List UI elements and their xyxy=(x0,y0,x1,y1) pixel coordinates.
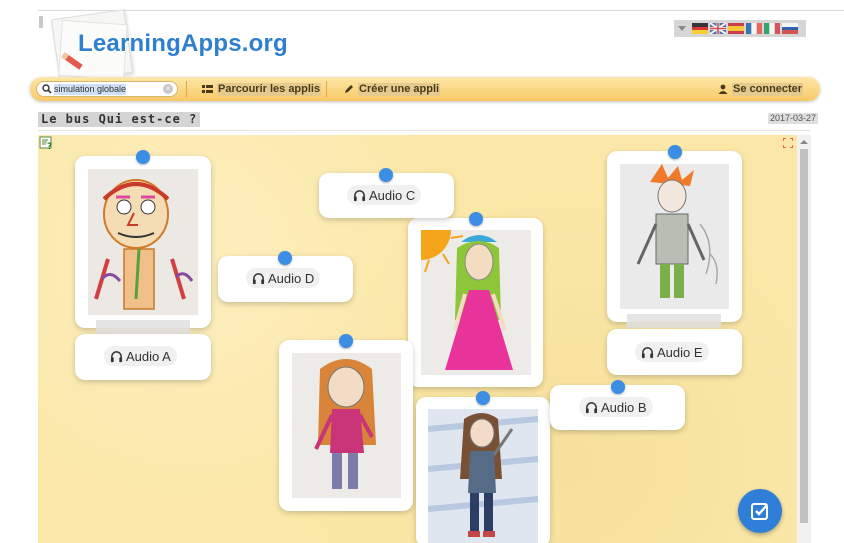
audio-button-e[interactable]: Audio E xyxy=(635,342,709,362)
audio-label: Audio D xyxy=(268,270,315,286)
audio-card-e[interactable]: Audio E xyxy=(607,329,742,375)
logo-text: LearningApps.org xyxy=(78,30,288,57)
audio-label: Audio C xyxy=(369,187,416,203)
flag-fr-icon[interactable] xyxy=(746,23,762,34)
pin-icon xyxy=(469,212,483,226)
user-icon xyxy=(718,84,728,94)
fullscreen-icon[interactable] xyxy=(783,138,793,148)
create-app-link[interactable]: Créer une appli xyxy=(344,82,441,96)
grid-icon xyxy=(202,84,213,93)
pin-icon xyxy=(476,391,490,405)
pencil-icon xyxy=(345,85,353,93)
tape xyxy=(627,314,721,328)
drawing-image xyxy=(292,353,401,498)
audio-label: Audio B xyxy=(601,399,647,415)
drawing-image xyxy=(428,409,538,543)
browse-apps-label: Parcourir les applis xyxy=(217,82,322,96)
scroll-up-icon[interactable] xyxy=(800,140,808,144)
audio-button-c[interactable]: Audio C xyxy=(347,185,422,205)
svg-text:?: ? xyxy=(47,142,52,150)
audio-button-d[interactable]: Audio D xyxy=(246,268,321,288)
help-icon[interactable]: ? xyxy=(39,136,53,150)
drawing-image xyxy=(620,164,729,309)
picture-card[interactable] xyxy=(279,334,413,511)
check-icon xyxy=(751,503,768,520)
grip-handle xyxy=(39,16,43,28)
picture-card[interactable] xyxy=(607,145,742,322)
flag-ru-icon[interactable] xyxy=(782,23,798,34)
audio-button-a[interactable]: Audio A xyxy=(104,346,177,366)
nav-divider xyxy=(326,81,327,97)
flag-it-icon[interactable] xyxy=(764,23,780,34)
check-button[interactable] xyxy=(738,489,782,533)
language-selector[interactable] xyxy=(674,20,806,37)
search-value: simulation globale xyxy=(54,84,127,95)
clear-icon[interactable]: × xyxy=(163,84,173,94)
page-title: Le bus Qui est-ce ? xyxy=(38,112,201,127)
pin-icon xyxy=(136,150,150,164)
login-label: Se connecter xyxy=(732,82,804,96)
audio-card-a[interactable]: Audio A xyxy=(75,334,211,380)
pin-icon xyxy=(379,168,393,182)
audio-card-b[interactable]: Audio B xyxy=(550,380,685,430)
tape xyxy=(96,320,190,334)
headphones-icon xyxy=(641,346,654,358)
headphones-icon xyxy=(585,401,598,413)
headphones-icon xyxy=(252,272,265,284)
browse-apps-link[interactable]: Parcourir les applis xyxy=(202,82,322,96)
headphones-icon xyxy=(110,350,123,362)
picture-card[interactable] xyxy=(408,212,543,387)
nav-divider xyxy=(186,81,187,97)
pin-icon xyxy=(668,145,682,159)
create-app-label: Créer une appli xyxy=(358,82,441,96)
flag-es-icon[interactable] xyxy=(728,23,744,34)
audio-button-b[interactable]: Audio B xyxy=(579,397,653,417)
flag-en-icon[interactable] xyxy=(710,23,726,34)
pin-icon xyxy=(611,380,625,394)
audio-label: Audio E xyxy=(657,344,703,360)
scrollbar-thumb[interactable] xyxy=(800,149,808,523)
login-link[interactable]: Se connecter xyxy=(718,82,804,96)
audio-card-d[interactable]: Audio D xyxy=(218,251,353,302)
app-date: 2017-03-27 xyxy=(768,113,819,124)
drawing-image xyxy=(88,169,198,315)
picture-card[interactable] xyxy=(75,150,211,328)
headphones-icon xyxy=(353,189,366,201)
picture-card[interactable] xyxy=(416,391,550,543)
title-divider xyxy=(38,130,810,131)
flag-de-icon[interactable] xyxy=(692,23,708,34)
chevron-down-icon xyxy=(678,26,686,31)
search-input[interactable]: simulation globale × xyxy=(36,81,178,97)
scrollbar[interactable] xyxy=(797,135,811,543)
pin-icon xyxy=(278,251,292,265)
top-divider xyxy=(38,10,844,11)
audio-card-c[interactable]: Audio C xyxy=(319,168,454,218)
pin-icon xyxy=(339,334,353,348)
search-icon xyxy=(42,84,52,94)
drawing-image xyxy=(421,230,531,375)
audio-label: Audio A xyxy=(126,348,171,364)
